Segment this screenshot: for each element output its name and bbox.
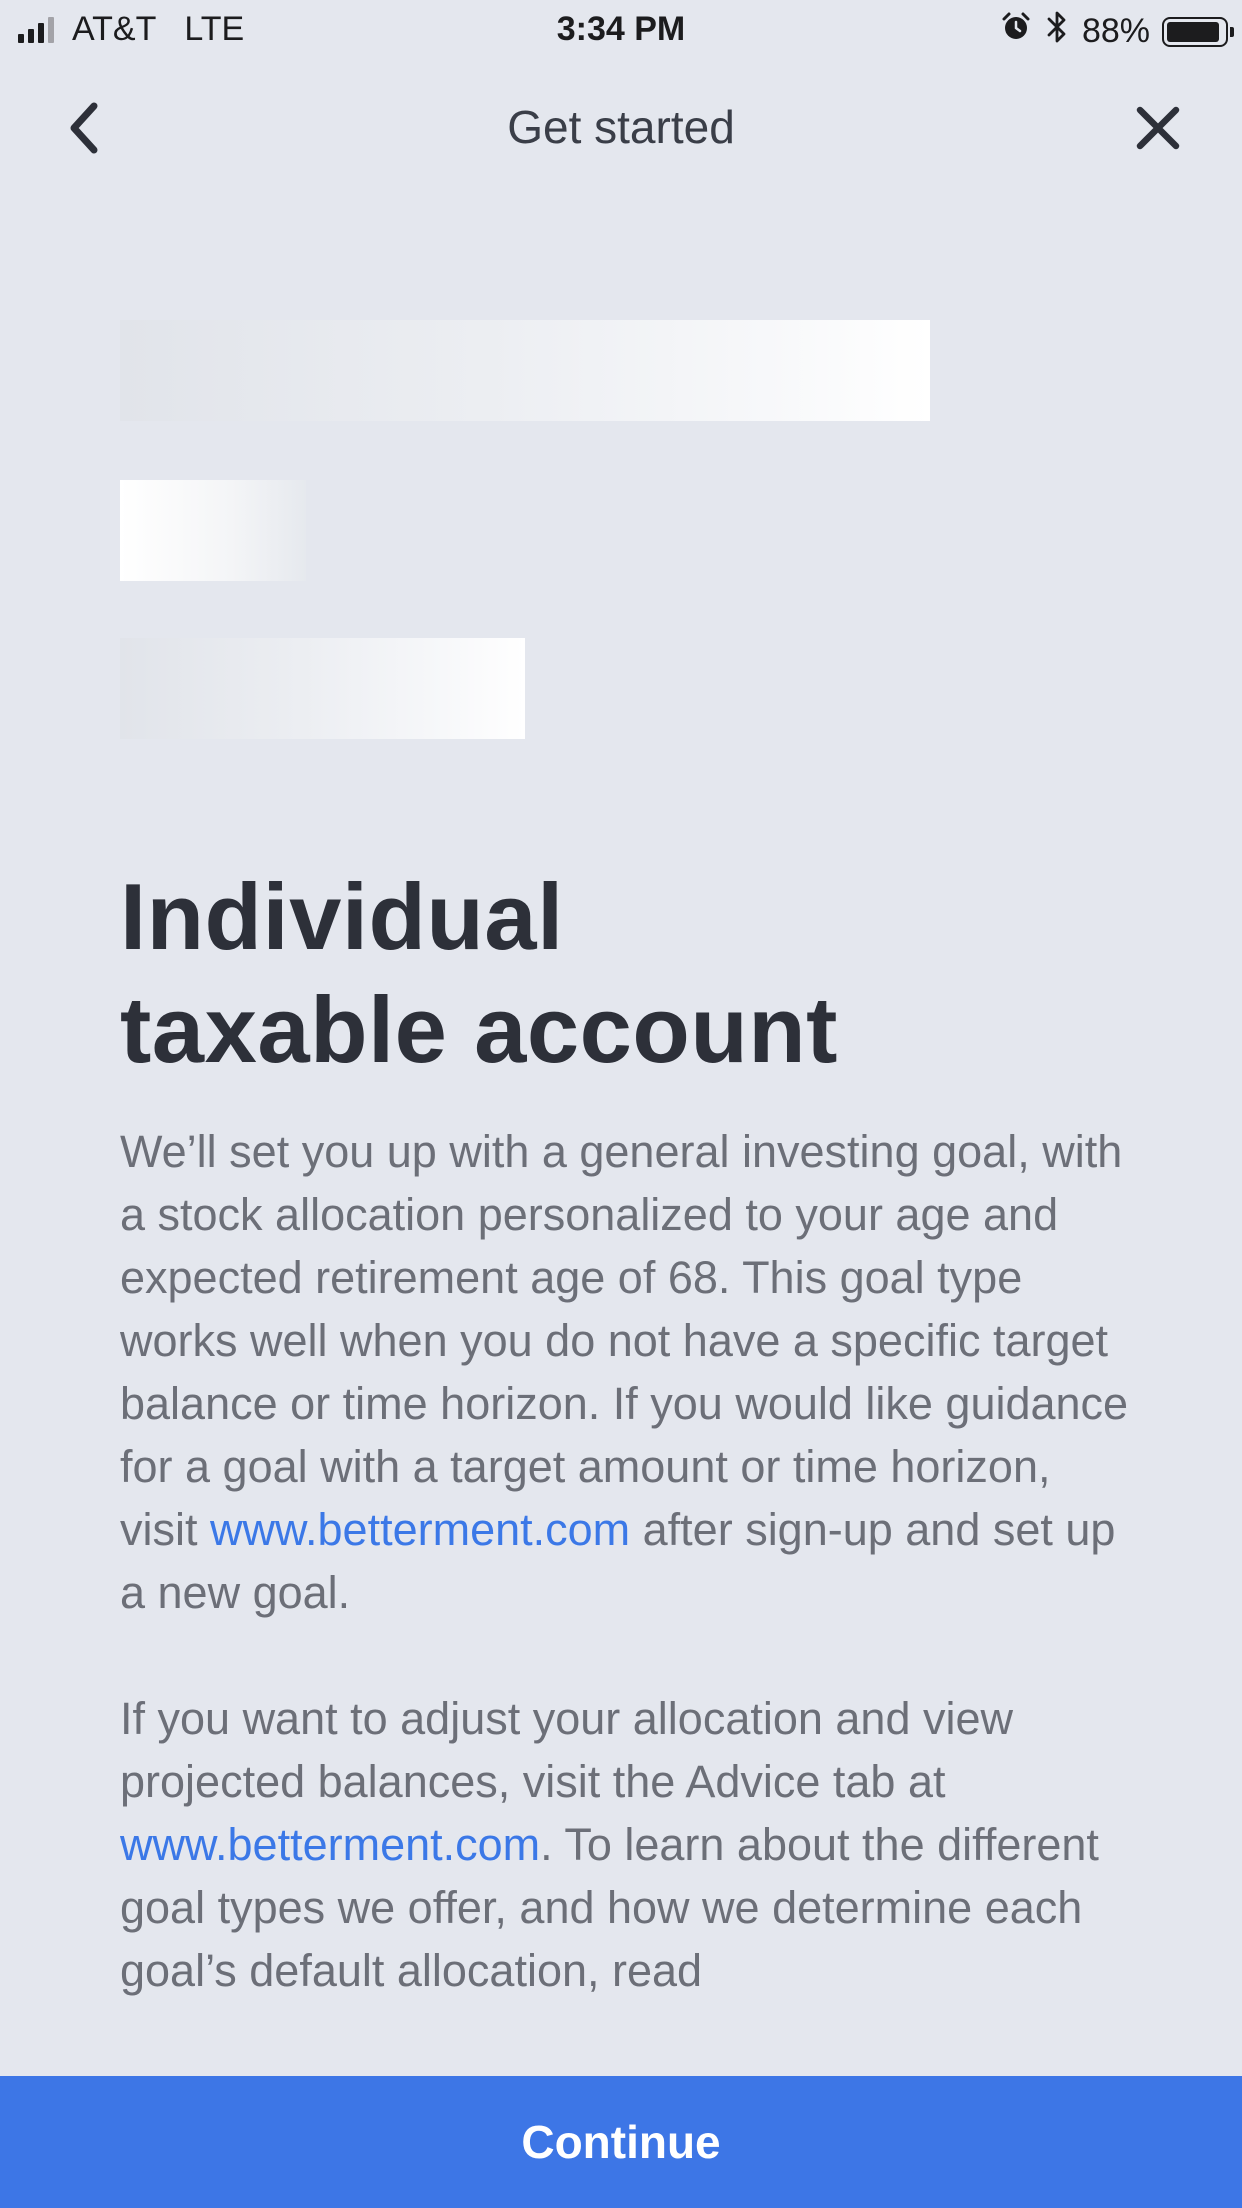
close-button[interactable] xyxy=(1130,100,1186,156)
description-paragraph-1: We’ll set you up with a general investin… xyxy=(120,1120,1130,1624)
paragraph-2-text: If you want to adjust your allocation an… xyxy=(120,1693,1014,1807)
paragraph-1-text: We’ll set you up with a general investin… xyxy=(120,1126,1129,1555)
loading-placeholder-1 xyxy=(120,320,930,421)
alarm-icon xyxy=(1000,11,1032,52)
nav-bar: Get started xyxy=(0,62,1242,192)
heading-line-2: taxable account xyxy=(120,977,838,1082)
page-title: Get started xyxy=(507,101,735,153)
betterment-link-2[interactable]: www.betterment.com xyxy=(120,1819,540,1870)
description-paragraph-2: If you want to adjust your allocation an… xyxy=(120,1687,1130,2002)
status-right: 88% xyxy=(1000,10,1234,53)
account-description: Individual taxable account We’ll set you … xyxy=(120,860,1130,2032)
battery-percent: 88% xyxy=(1081,12,1150,50)
close-icon xyxy=(1136,106,1180,150)
continue-button[interactable]: Continue xyxy=(0,2076,1242,2208)
account-type-heading: Individual taxable account xyxy=(120,860,1130,1086)
heading-line-1: Individual xyxy=(120,864,564,969)
battery-icon xyxy=(1162,16,1234,47)
betterment-link-1[interactable]: www.betterment.com xyxy=(210,1504,630,1555)
loading-placeholder-2 xyxy=(120,480,306,581)
status-bar: AT&T LTE 3:34 PM 88% xyxy=(0,0,1242,62)
bluetooth-icon xyxy=(1046,10,1068,53)
loading-placeholder-3 xyxy=(120,638,525,739)
